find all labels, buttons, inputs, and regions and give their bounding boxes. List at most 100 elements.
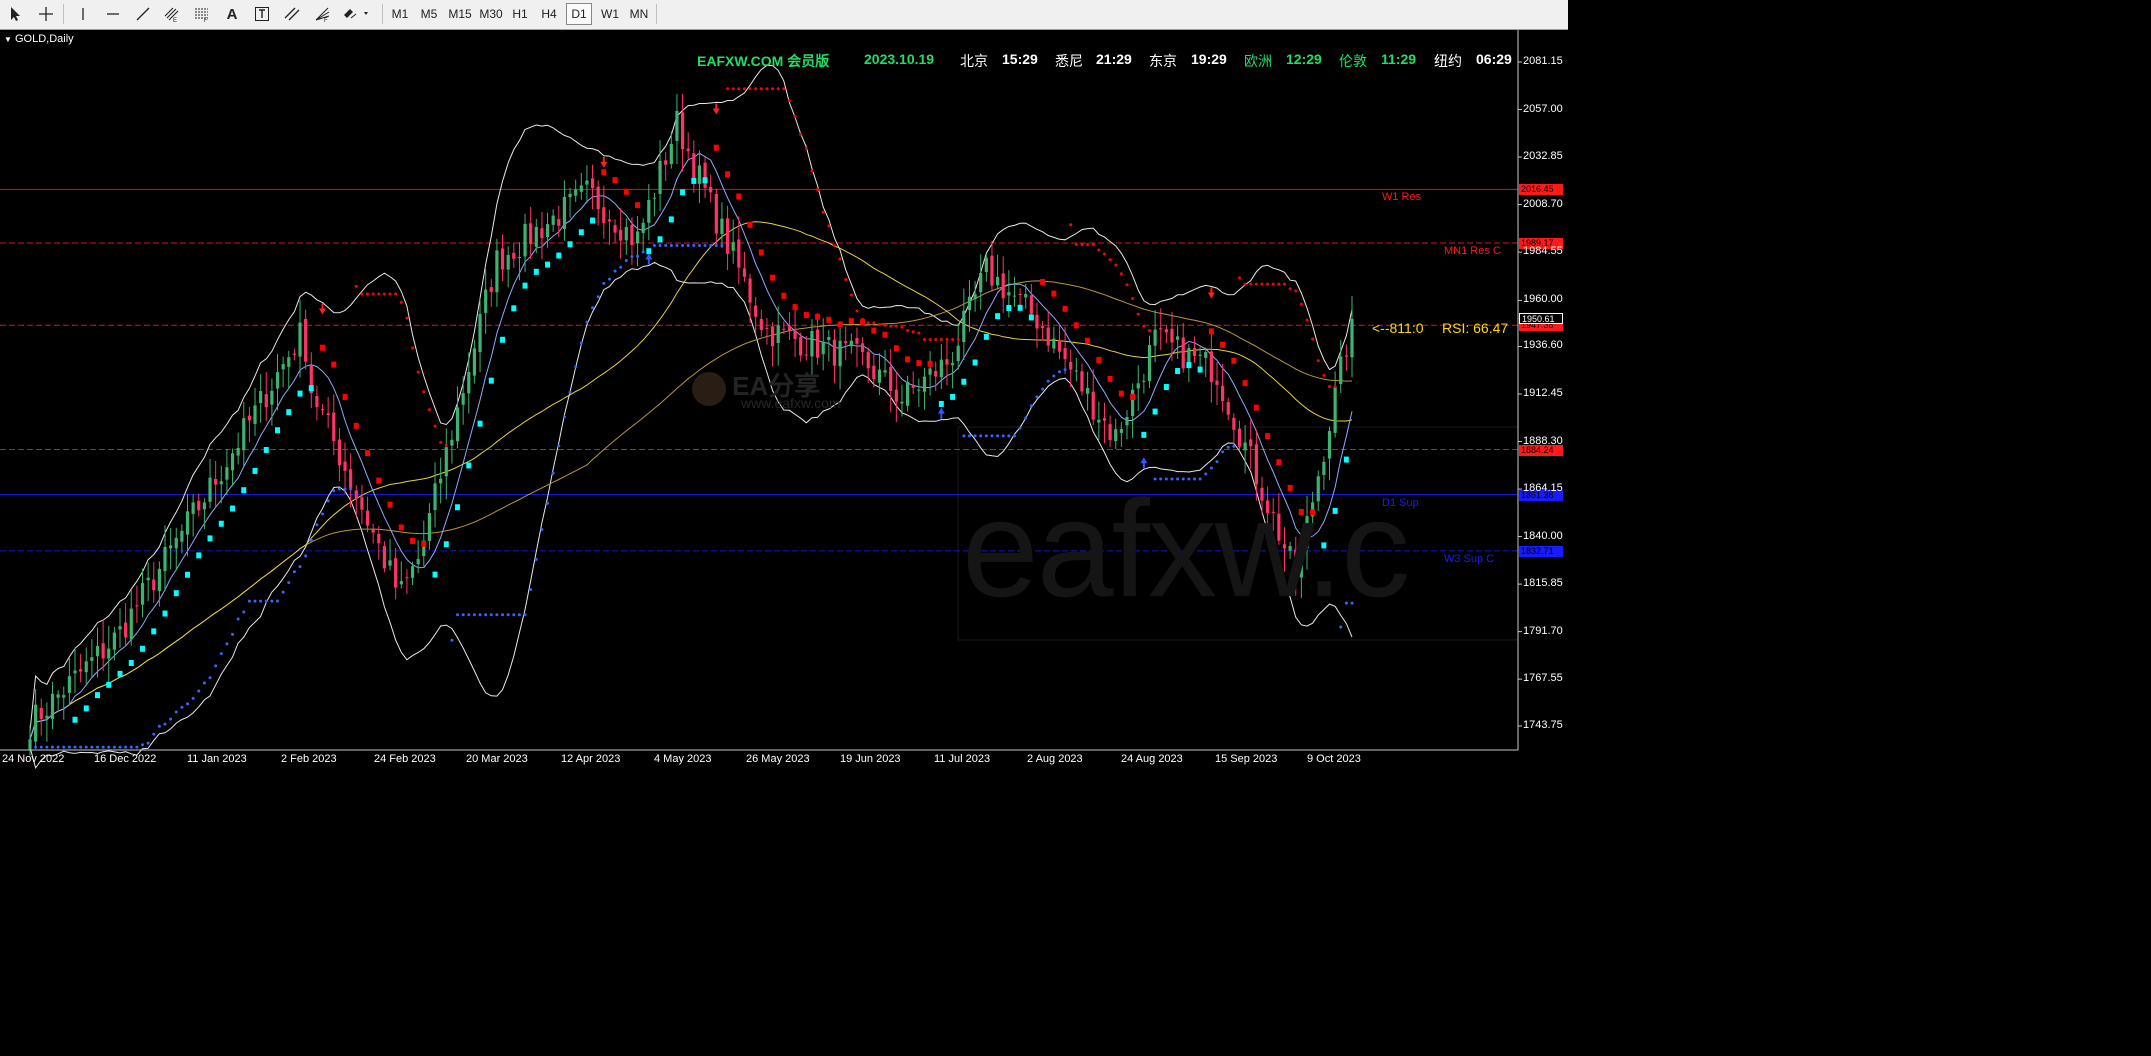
sar-dot bbox=[343, 487, 347, 491]
sar-dot bbox=[776, 87, 780, 91]
candle-body bbox=[889, 367, 893, 392]
timeframe-h1[interactable]: H1 bbox=[508, 3, 532, 25]
sar-dot bbox=[962, 434, 966, 438]
timeframe-m1[interactable]: M1 bbox=[388, 3, 412, 25]
cursor-icon[interactable] bbox=[4, 3, 26, 25]
supertrend-block bbox=[770, 274, 776, 281]
sar-dot bbox=[382, 292, 386, 296]
sar-dot bbox=[315, 523, 319, 527]
candle-body bbox=[815, 329, 820, 358]
sar-dot bbox=[979, 434, 983, 438]
candle-body bbox=[405, 577, 409, 579]
timeframe-m15[interactable]: M15 bbox=[446, 3, 474, 25]
timeframe-m30[interactable]: M30 bbox=[477, 3, 505, 25]
y-axis-tick: 1984.55 bbox=[1523, 245, 1563, 258]
candle-body bbox=[382, 546, 387, 569]
sar-dot bbox=[461, 613, 465, 617]
clock-time: 21:29 bbox=[1096, 51, 1132, 67]
sar-dot bbox=[1086, 243, 1090, 247]
trendline-icon[interactable] bbox=[132, 3, 154, 25]
crosshair-icon[interactable] bbox=[35, 3, 57, 25]
clock-time: 15:29 bbox=[1002, 51, 1038, 67]
candle-body bbox=[956, 345, 960, 362]
candle-body bbox=[529, 223, 533, 245]
sar-dot bbox=[726, 87, 730, 91]
header-date: 2023.10.19 bbox=[864, 51, 935, 67]
sar-dot bbox=[799, 132, 803, 136]
sar-dot bbox=[180, 705, 184, 709]
sar-dot bbox=[681, 244, 685, 248]
candle-body bbox=[129, 608, 133, 640]
candle-body bbox=[315, 396, 319, 408]
sar-dot bbox=[1052, 374, 1056, 378]
sar-dot bbox=[45, 745, 49, 749]
text-icon[interactable]: A bbox=[221, 3, 243, 25]
triangle-down-icon[interactable]: ▼ bbox=[4, 35, 12, 44]
sar-dot bbox=[214, 664, 218, 668]
sar-dot bbox=[433, 424, 437, 428]
candle-body bbox=[197, 500, 201, 511]
sar-dot bbox=[894, 324, 898, 328]
supertrend-block bbox=[1175, 368, 1181, 375]
timeframe-mn[interactable]: MN bbox=[626, 3, 652, 25]
horizontal-line-icon[interactable] bbox=[102, 3, 124, 25]
sar-dot bbox=[51, 745, 55, 749]
sar-dot bbox=[467, 613, 471, 617]
candle-body bbox=[163, 547, 167, 572]
fibonacci-fan-icon[interactable]: F bbox=[311, 3, 333, 25]
y-axis-tick: 1815.85 bbox=[1523, 577, 1563, 590]
supertrend-block bbox=[1062, 305, 1068, 312]
supertrend-block bbox=[961, 378, 967, 385]
parallel-lines-icon[interactable] bbox=[281, 3, 303, 25]
sar-dot bbox=[326, 499, 330, 503]
sar-dot bbox=[39, 745, 43, 749]
fibonacci-icon[interactable]: F bbox=[191, 3, 213, 25]
sar-dot bbox=[157, 724, 161, 728]
sar-dot bbox=[889, 324, 893, 328]
candle-body bbox=[962, 310, 966, 343]
x-axis-tick: 19 Jun 2023 bbox=[840, 753, 901, 765]
supertrend-block bbox=[511, 305, 517, 312]
candle-body bbox=[450, 439, 454, 446]
supertrend-block bbox=[477, 420, 483, 427]
shapes-icon[interactable] bbox=[341, 3, 373, 25]
timeframe-w1[interactable]: W1 bbox=[597, 3, 623, 25]
candle-body bbox=[146, 577, 150, 581]
sar-dot bbox=[664, 244, 668, 248]
supertrend-block bbox=[792, 304, 798, 311]
text-label-icon[interactable] bbox=[251, 3, 273, 25]
sar-dot bbox=[996, 434, 1000, 438]
timeframe-d1[interactable]: D1 bbox=[566, 3, 592, 25]
supertrend-block bbox=[410, 537, 416, 544]
sar-dot bbox=[1305, 318, 1309, 322]
sar-dot bbox=[1125, 283, 1129, 287]
y-axis-tick: 2008.70 bbox=[1523, 197, 1563, 210]
timeframe-m5[interactable]: M5 bbox=[417, 3, 441, 25]
candle-body bbox=[1350, 318, 1354, 358]
supertrend-block bbox=[623, 188, 629, 195]
clock-city: 欧洲 bbox=[1244, 53, 1272, 69]
sar-dot bbox=[1097, 248, 1101, 252]
candle-body bbox=[860, 343, 865, 352]
candle-body bbox=[467, 372, 471, 394]
timeframe-h4[interactable]: H4 bbox=[537, 3, 561, 25]
x-axis-tick: 24 Nov 2022 bbox=[2, 753, 65, 765]
supertrend-block bbox=[736, 193, 742, 200]
candle-body bbox=[259, 391, 263, 404]
sar-dot bbox=[1327, 385, 1331, 389]
equidistant-channel-icon[interactable]: E bbox=[161, 3, 183, 25]
candle-body bbox=[1001, 273, 1005, 299]
supertrend-block bbox=[1096, 357, 1102, 364]
candle-body bbox=[112, 632, 116, 650]
candle-body bbox=[1035, 314, 1039, 329]
sar-dot bbox=[1215, 460, 1219, 464]
candle-body bbox=[652, 197, 657, 199]
vertical-line-icon[interactable] bbox=[72, 3, 94, 25]
candle-body bbox=[1237, 428, 1242, 447]
supertrend-block bbox=[83, 705, 89, 712]
sar-dot bbox=[1007, 434, 1011, 438]
sar-dot bbox=[714, 244, 718, 248]
supertrend-block bbox=[1197, 366, 1203, 373]
supertrend-block bbox=[815, 313, 821, 320]
sar-dot bbox=[1029, 404, 1033, 408]
